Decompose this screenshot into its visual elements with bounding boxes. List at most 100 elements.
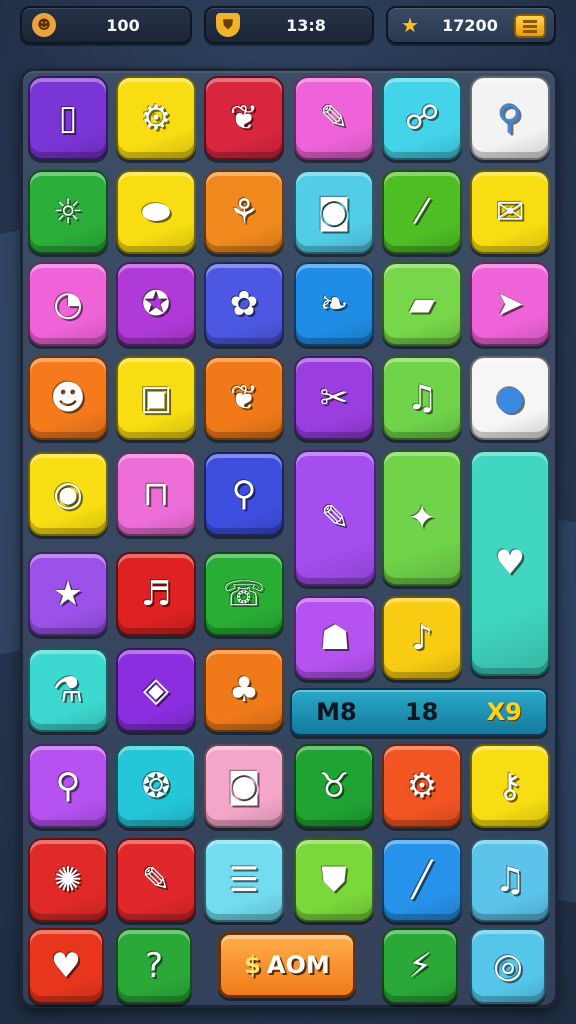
phone-icon: ▯	[58, 98, 78, 138]
tile-gear[interactable]: ⚙	[116, 76, 196, 160]
mail-icon: ✉	[495, 192, 525, 232]
leaf2-icon: ❦	[229, 378, 259, 418]
cherry-icon: ♣	[228, 670, 260, 710]
lives-counter: ☻ 100	[20, 6, 192, 44]
tile-key[interactable]: ⚷	[470, 744, 550, 828]
action-button[interactable]: $ AOM	[218, 932, 356, 998]
feather-icon: ❧	[319, 284, 349, 324]
tile-feather[interactable]: ❧	[294, 262, 374, 346]
tile-butterfly[interactable]: ✦	[382, 450, 462, 586]
tile-camera[interactable]: ◙	[294, 170, 374, 254]
tile-magnifier[interactable]: ◔	[28, 262, 108, 346]
combo-banner: M8 18 X9	[290, 688, 548, 736]
tile-question[interactable]: ?	[116, 928, 192, 1004]
tile-chat2[interactable]: ☏	[204, 552, 284, 636]
shield-icon: ⛊	[216, 13, 240, 37]
tile-shell[interactable]: ❂	[116, 744, 196, 828]
camera2-icon: ◙	[227, 766, 261, 806]
tile-piggy[interactable]: ♉	[294, 744, 374, 828]
tile-page[interactable]: ▰	[382, 262, 462, 346]
tile-gadget[interactable]: ⚙	[382, 744, 462, 828]
photo-icon: ▣	[139, 378, 173, 418]
tile-location[interactable]: ⚲	[204, 452, 284, 536]
shell-icon: ❂	[141, 766, 171, 806]
tools-icon: ✂	[319, 378, 349, 418]
combo-multiplier: X9	[486, 698, 522, 726]
butterfly-icon: ✦	[407, 498, 437, 538]
tooth-icon: ⛊	[321, 860, 347, 900]
tile-lion[interactable]: ☻	[28, 356, 108, 440]
medal-icon: ◉	[53, 474, 83, 514]
magnifier-icon: ◔	[53, 284, 83, 324]
tile-photo[interactable]: ▣	[116, 356, 196, 440]
notes-icon: ♬	[140, 574, 172, 614]
tile-tooth[interactable]: ⛊	[294, 838, 374, 922]
tile-chat[interactable]: ☍	[382, 76, 462, 160]
tile-ghost[interactable]: ◈	[116, 648, 196, 732]
tile-bug[interactable]: ✪	[116, 262, 196, 346]
star-icon: ★	[401, 13, 419, 37]
tile-music2[interactable]: ♪	[382, 596, 462, 680]
tile-marker[interactable]: ✎	[294, 450, 376, 586]
lollipop-icon: ⚘	[228, 192, 260, 232]
tile-heart[interactable]: ♥	[28, 928, 104, 1004]
tile-bubble[interactable]: ●	[470, 356, 550, 440]
tile-heart-bubble[interactable]: ♥	[470, 450, 550, 676]
key-icon: ⚷	[497, 766, 523, 806]
tile-tube[interactable]: ⚗	[28, 648, 108, 732]
tile-tools[interactable]: ✂	[294, 356, 374, 440]
lives-value: 100	[106, 15, 140, 35]
tile-sun[interactable]: ☼	[28, 170, 108, 254]
tile-search[interactable]: ⚲	[28, 744, 108, 828]
gear2-icon: ✺	[53, 860, 83, 900]
tile-music3[interactable]: ♫	[470, 838, 550, 922]
face-icon: ☻	[32, 13, 56, 37]
tile-music[interactable]: ♫	[382, 356, 462, 440]
combo-left: M8	[316, 698, 357, 726]
tile-pencil[interactable]: ✎	[294, 76, 374, 160]
tile-brush[interactable]: ⁄	[382, 170, 462, 254]
tile-arrow[interactable]: ➤	[470, 262, 550, 346]
dollar-icon: $	[244, 951, 261, 979]
ring-icon: ◎	[493, 946, 523, 986]
tile-star[interactable]: ★	[28, 552, 108, 636]
tile-leaf2[interactable]: ❦	[204, 356, 284, 440]
tile-ring[interactable]: ◎	[470, 928, 546, 1004]
tile-pin[interactable]: ⚲	[470, 76, 550, 160]
pin-icon: ⚲	[497, 98, 523, 138]
gear-icon: ⚙	[140, 98, 172, 138]
tile-lollipop[interactable]: ⚘	[204, 170, 284, 254]
tag-icon: ⬬	[141, 192, 171, 232]
tile-cog[interactable]: ✿	[204, 262, 284, 346]
question-icon: ?	[144, 946, 164, 986]
tile-phone[interactable]: ▯	[28, 76, 108, 160]
page-icon: ▰	[408, 284, 436, 324]
tile-chair[interactable]: ⊓	[116, 452, 196, 536]
tile-medal[interactable]: ◉	[28, 452, 108, 536]
pencil-icon: ✎	[319, 98, 349, 138]
bubble-icon: ●	[495, 378, 525, 418]
tile-leaf[interactable]: ❦	[204, 76, 284, 160]
tile-robot[interactable]: ☗	[294, 596, 376, 680]
tile-notes[interactable]: ♬	[116, 552, 196, 636]
timer-value: 13:8	[286, 15, 326, 35]
tile-tag[interactable]: ⬬	[116, 170, 196, 254]
tile-bolt[interactable]: ⚡	[382, 928, 458, 1004]
list-icon: ☰	[228, 860, 260, 900]
tile-gear2[interactable]: ✺	[28, 838, 108, 922]
tile-note[interactable]: ✎	[116, 838, 196, 922]
star-icon: ★	[52, 574, 84, 614]
tile-list[interactable]: ☰	[204, 838, 284, 922]
marker-icon: ✎	[320, 498, 350, 538]
tile-pen[interactable]: ╱	[382, 838, 462, 922]
chat-icon: ☍	[404, 98, 440, 138]
sun-icon: ☼	[52, 192, 84, 232]
tile-camera2[interactable]: ◙	[204, 744, 284, 828]
tile-cherry[interactable]: ♣	[204, 648, 284, 732]
camera-icon: ◙	[317, 192, 351, 232]
tile-mail[interactable]: ✉	[470, 170, 550, 254]
top-status-bar: ☻ 100 ⛊ 13:8 ★ 17200	[20, 6, 556, 46]
location-icon: ⚲	[231, 474, 257, 514]
menu-button[interactable]	[514, 14, 546, 38]
arrow-icon: ➤	[495, 284, 525, 324]
